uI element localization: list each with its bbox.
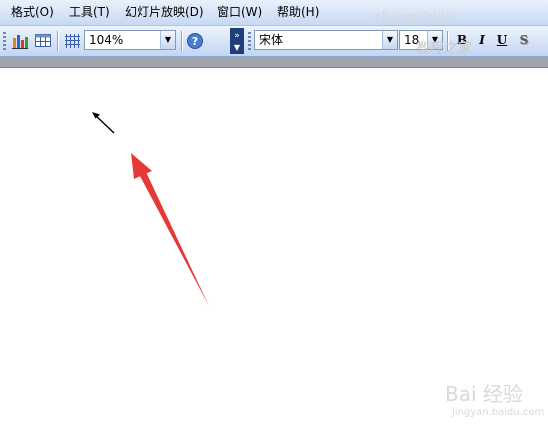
watermark-cn: 教程之家 [416, 41, 472, 57]
shadow-button[interactable]: S [516, 32, 532, 49]
chart-icon[interactable] [11, 32, 29, 50]
menu-bar: 格式(O) 工具(T) 幻灯片放映(D) 窗口(W) 帮助(H) [0, 0, 548, 26]
grid-icon[interactable] [63, 32, 81, 50]
font-name-value: 宋体 [259, 33, 284, 47]
toolbar-bottom-band [0, 57, 548, 68]
chevron-down-icon[interactable]: ▼ [160, 31, 175, 49]
annotation-arrow-icon [131, 153, 209, 306]
svg-text:?: ? [192, 35, 198, 48]
zoom-value: 104% [89, 33, 124, 47]
table-icon[interactable] [34, 32, 52, 50]
watermark-baidu-url: jingyan.baidu.com [452, 407, 545, 418]
svg-text:»: » [234, 31, 240, 41]
underline-button[interactable]: U [494, 32, 510, 49]
italic-button[interactable]: I [474, 32, 490, 49]
menu-slideshow[interactable]: 幻灯片放映(D) [123, 4, 206, 21]
font-name-select[interactable]: 宋体 ▼ [254, 30, 398, 50]
svg-text:▼: ▼ [234, 43, 241, 52]
menu-window[interactable]: 窗口(W) [215, 4, 264, 21]
toolbar-grip[interactable] [248, 32, 251, 50]
toolbar-separator [181, 31, 183, 51]
menu-tools[interactable]: 工具(T) [67, 4, 112, 21]
watermark-baidu: Bai 经验 [445, 382, 523, 406]
toolbar-separator [57, 31, 59, 51]
help-icon[interactable]: ? [186, 32, 204, 50]
menu-help[interactable]: 帮助(H) [275, 4, 321, 21]
menu-format[interactable]: 格式(O) [9, 4, 56, 21]
zoom-select[interactable]: 104% ▼ [84, 30, 176, 50]
watermark-site: chengzhijia [374, 10, 454, 26]
toolbar-options-handle[interactable]: » ▼ [230, 28, 244, 54]
cursor-arrow-icon [92, 112, 115, 134]
chevron-down-icon[interactable]: ▼ [382, 31, 397, 49]
toolbar-grip[interactable] [3, 32, 6, 50]
